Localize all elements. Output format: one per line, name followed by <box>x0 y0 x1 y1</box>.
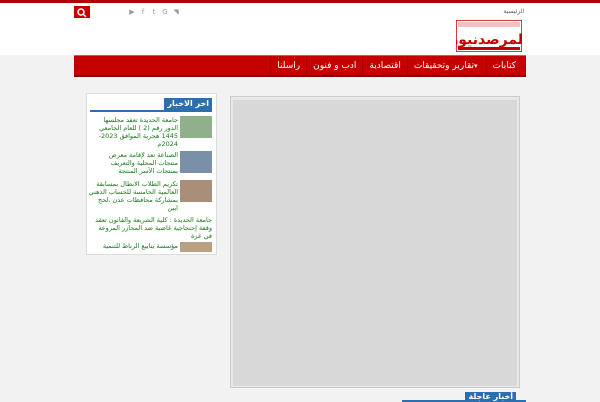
news-thumbnail[interactable] <box>180 180 212 202</box>
svg-text:المرصدنيوز: المرصدنيوز <box>456 32 522 48</box>
main-slider <box>230 96 520 388</box>
content-area: اخر الاخبار جامعة الحديدة تعقد مجلسها ال… <box>74 88 526 400</box>
news-thumbnail[interactable] <box>180 151 212 173</box>
news-thumbnail[interactable] <box>180 242 212 252</box>
nav-item-contact[interactable]: راسلنا <box>270 55 306 76</box>
news-item[interactable]: جامعة الحديدة تعقد مجلسها الدور رقم (2 )… <box>88 116 212 148</box>
site-header: المرصدنيوز <box>0 18 600 55</box>
google-plus-icon[interactable]: G <box>161 8 169 16</box>
main-nav: كتابات تقارير وتحقيقات اقتصادية ادب و فن… <box>74 55 526 77</box>
news-item[interactable]: جامعة الحديدة : كلية الشريعة والقانون تع… <box>88 216 212 240</box>
twitter-icon[interactable]: t <box>150 8 158 16</box>
nav-item-writings[interactable]: كتابات <box>485 55 522 76</box>
youtube-icon[interactable]: ▶ <box>128 8 136 16</box>
top-bar: ▶ f t G ◥ الرئيسية <box>0 0 600 21</box>
search-icon <box>77 8 87 18</box>
widget-title: اخر الاخبار <box>164 98 212 110</box>
social-icons: ▶ f t G ◥ <box>128 8 180 18</box>
news-item[interactable]: الصناعة تعد لإقامة معرض منتجات المحلية و… <box>88 151 212 177</box>
latest-news-widget: اخر الاخبار جامعة الحديدة تعقد مجلسها ال… <box>86 93 217 255</box>
slider-placeholder[interactable] <box>233 100 517 386</box>
widget-header: اخر الاخبار <box>90 98 212 112</box>
news-item[interactable]: تكريم الطلاب الابطال بمسابقة العالمية ال… <box>88 180 212 212</box>
news-title[interactable]: جامعة الحديدة تعقد مجلسها الدور رقم (2 )… <box>88 116 178 148</box>
site-logo[interactable]: المرصدنيوز <box>456 20 522 52</box>
nav-item-reports[interactable]: تقارير وتحقيقات <box>406 55 486 76</box>
breaking-news-header: أخبار عاجلة <box>402 392 526 402</box>
nav-item-arts[interactable]: ادب و فنون <box>306 55 362 76</box>
facebook-icon[interactable]: f <box>139 8 147 16</box>
news-title[interactable]: تكريم الطلاب الابطال بمسابقة العالمية ال… <box>88 180 178 212</box>
news-title[interactable]: جامعة الحديدة : كلية الشريعة والقانون تع… <box>88 216 212 240</box>
news-title[interactable]: مؤسسة ينابيع الرباط للتنمية <box>88 242 178 250</box>
news-title[interactable]: الصناعة تعد لإقامة معرض منتجات المحلية و… <box>88 151 178 175</box>
breaking-news-title: أخبار عاجلة <box>465 392 516 402</box>
news-thumbnail[interactable] <box>180 116 212 138</box>
rss-icon[interactable]: ◥ <box>172 8 180 16</box>
news-item[interactable]: مؤسسة ينابيع الرباط للتنمية <box>88 242 212 254</box>
nav-item-economy[interactable]: اقتصادية <box>362 55 406 76</box>
home-link[interactable]: الرئيسية <box>503 8 524 15</box>
